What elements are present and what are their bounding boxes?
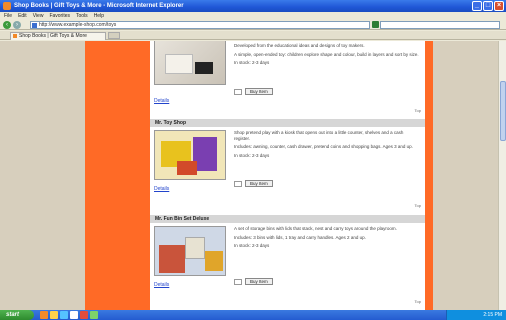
details-link[interactable]: Details xyxy=(154,186,169,192)
product-title: Mr. Toy Shop xyxy=(150,119,425,127)
quantity-input[interactable] xyxy=(234,278,242,285)
tab-bar: Shop Books | Gift Toys & More xyxy=(0,31,506,40)
right-orange-strip xyxy=(425,41,433,310)
taskbar-app-icon[interactable] xyxy=(60,311,68,319)
taskbar: start 2:15 PM xyxy=(0,310,506,320)
go-icon[interactable] xyxy=(372,21,379,28)
url-input[interactable]: http://www.example-shop.com/toys xyxy=(30,21,370,29)
product-description: Developed from the educational ideas and… xyxy=(234,43,419,65)
window-title: Shop Books | Gift Toys & More - Microsof… xyxy=(14,3,184,9)
product-list: Developed from the educational ideas and… xyxy=(150,41,425,310)
favicon-icon xyxy=(13,34,17,38)
address-bar: ‹ › http://www.example-shop.com/toys xyxy=(0,20,506,30)
search-input[interactable] xyxy=(380,21,500,29)
product-image[interactable] xyxy=(154,130,226,180)
back-to-top-link[interactable]: Top xyxy=(415,203,421,208)
taskbar-app-icon[interactable] xyxy=(40,311,48,319)
quantity-input[interactable] xyxy=(234,88,242,95)
window-title-bar: Shop Books | Gift Toys & More - Microsof… xyxy=(0,0,506,12)
buy-item-button[interactable]: Buy Item xyxy=(245,278,273,285)
menu-file[interactable]: File xyxy=(4,12,12,20)
maximize-button[interactable]: □ xyxy=(483,1,493,11)
close-button[interactable]: × xyxy=(494,1,504,11)
product-image[interactable] xyxy=(154,41,226,85)
taskbar-app-icon[interactable] xyxy=(70,311,78,319)
menu-bar: File Edit View Favorites Tools Help xyxy=(0,12,506,20)
quick-launch xyxy=(40,311,98,319)
start-button[interactable]: start xyxy=(0,310,34,320)
product-description: A set of storage bins with lids that sta… xyxy=(234,226,397,248)
back-to-top-link[interactable]: Top xyxy=(415,299,421,304)
buy-item-button[interactable]: Buy Item xyxy=(245,180,273,187)
vertical-scrollbar[interactable] xyxy=(498,41,506,310)
ie-icon xyxy=(3,2,11,10)
page-viewport: Developed from the educational ideas and… xyxy=(0,41,506,310)
menu-edit[interactable]: Edit xyxy=(18,12,27,20)
taskbar-app-icon[interactable] xyxy=(90,311,98,319)
details-link[interactable]: Details xyxy=(154,282,169,288)
product-description: Shop pretend play with a kiosk that open… xyxy=(234,130,413,158)
quantity-input[interactable] xyxy=(234,180,242,187)
menu-tools[interactable]: Tools xyxy=(76,12,88,20)
new-tab-button[interactable] xyxy=(108,32,120,39)
system-tray: 2:15 PM xyxy=(446,310,506,320)
tab-label: Shop Books | Gift Toys & More xyxy=(19,33,87,39)
minimize-button[interactable]: _ xyxy=(472,1,482,11)
menu-help[interactable]: Help xyxy=(94,12,104,20)
product-image[interactable] xyxy=(154,226,226,276)
buy-item-button[interactable]: Buy Item xyxy=(245,88,273,95)
forward-icon[interactable]: › xyxy=(13,21,21,29)
scrollbar-thumb[interactable] xyxy=(500,81,506,141)
buy-row: Buy Item xyxy=(234,278,273,285)
tab-active[interactable]: Shop Books | Gift Toys & More xyxy=(10,32,106,40)
details-link[interactable]: Details xyxy=(154,98,169,104)
product-title: Mr. Fun Bin Set Deluxe xyxy=(150,215,425,223)
clock: 2:15 PM xyxy=(483,312,502,318)
left-orange-column xyxy=(85,41,150,310)
back-icon[interactable]: ‹ xyxy=(3,21,11,29)
menu-favorites[interactable]: Favorites xyxy=(49,12,70,20)
back-to-top-link[interactable]: Top xyxy=(415,108,421,113)
taskbar-app-icon[interactable] xyxy=(80,311,88,319)
page-icon xyxy=(32,23,37,28)
taskbar-app-icon[interactable] xyxy=(50,311,58,319)
menu-view[interactable]: View xyxy=(33,12,44,20)
buy-row: Buy Item xyxy=(234,88,273,95)
url-text: http://www.example-shop.com/toys xyxy=(39,22,117,28)
buy-row: Buy Item xyxy=(234,180,273,187)
